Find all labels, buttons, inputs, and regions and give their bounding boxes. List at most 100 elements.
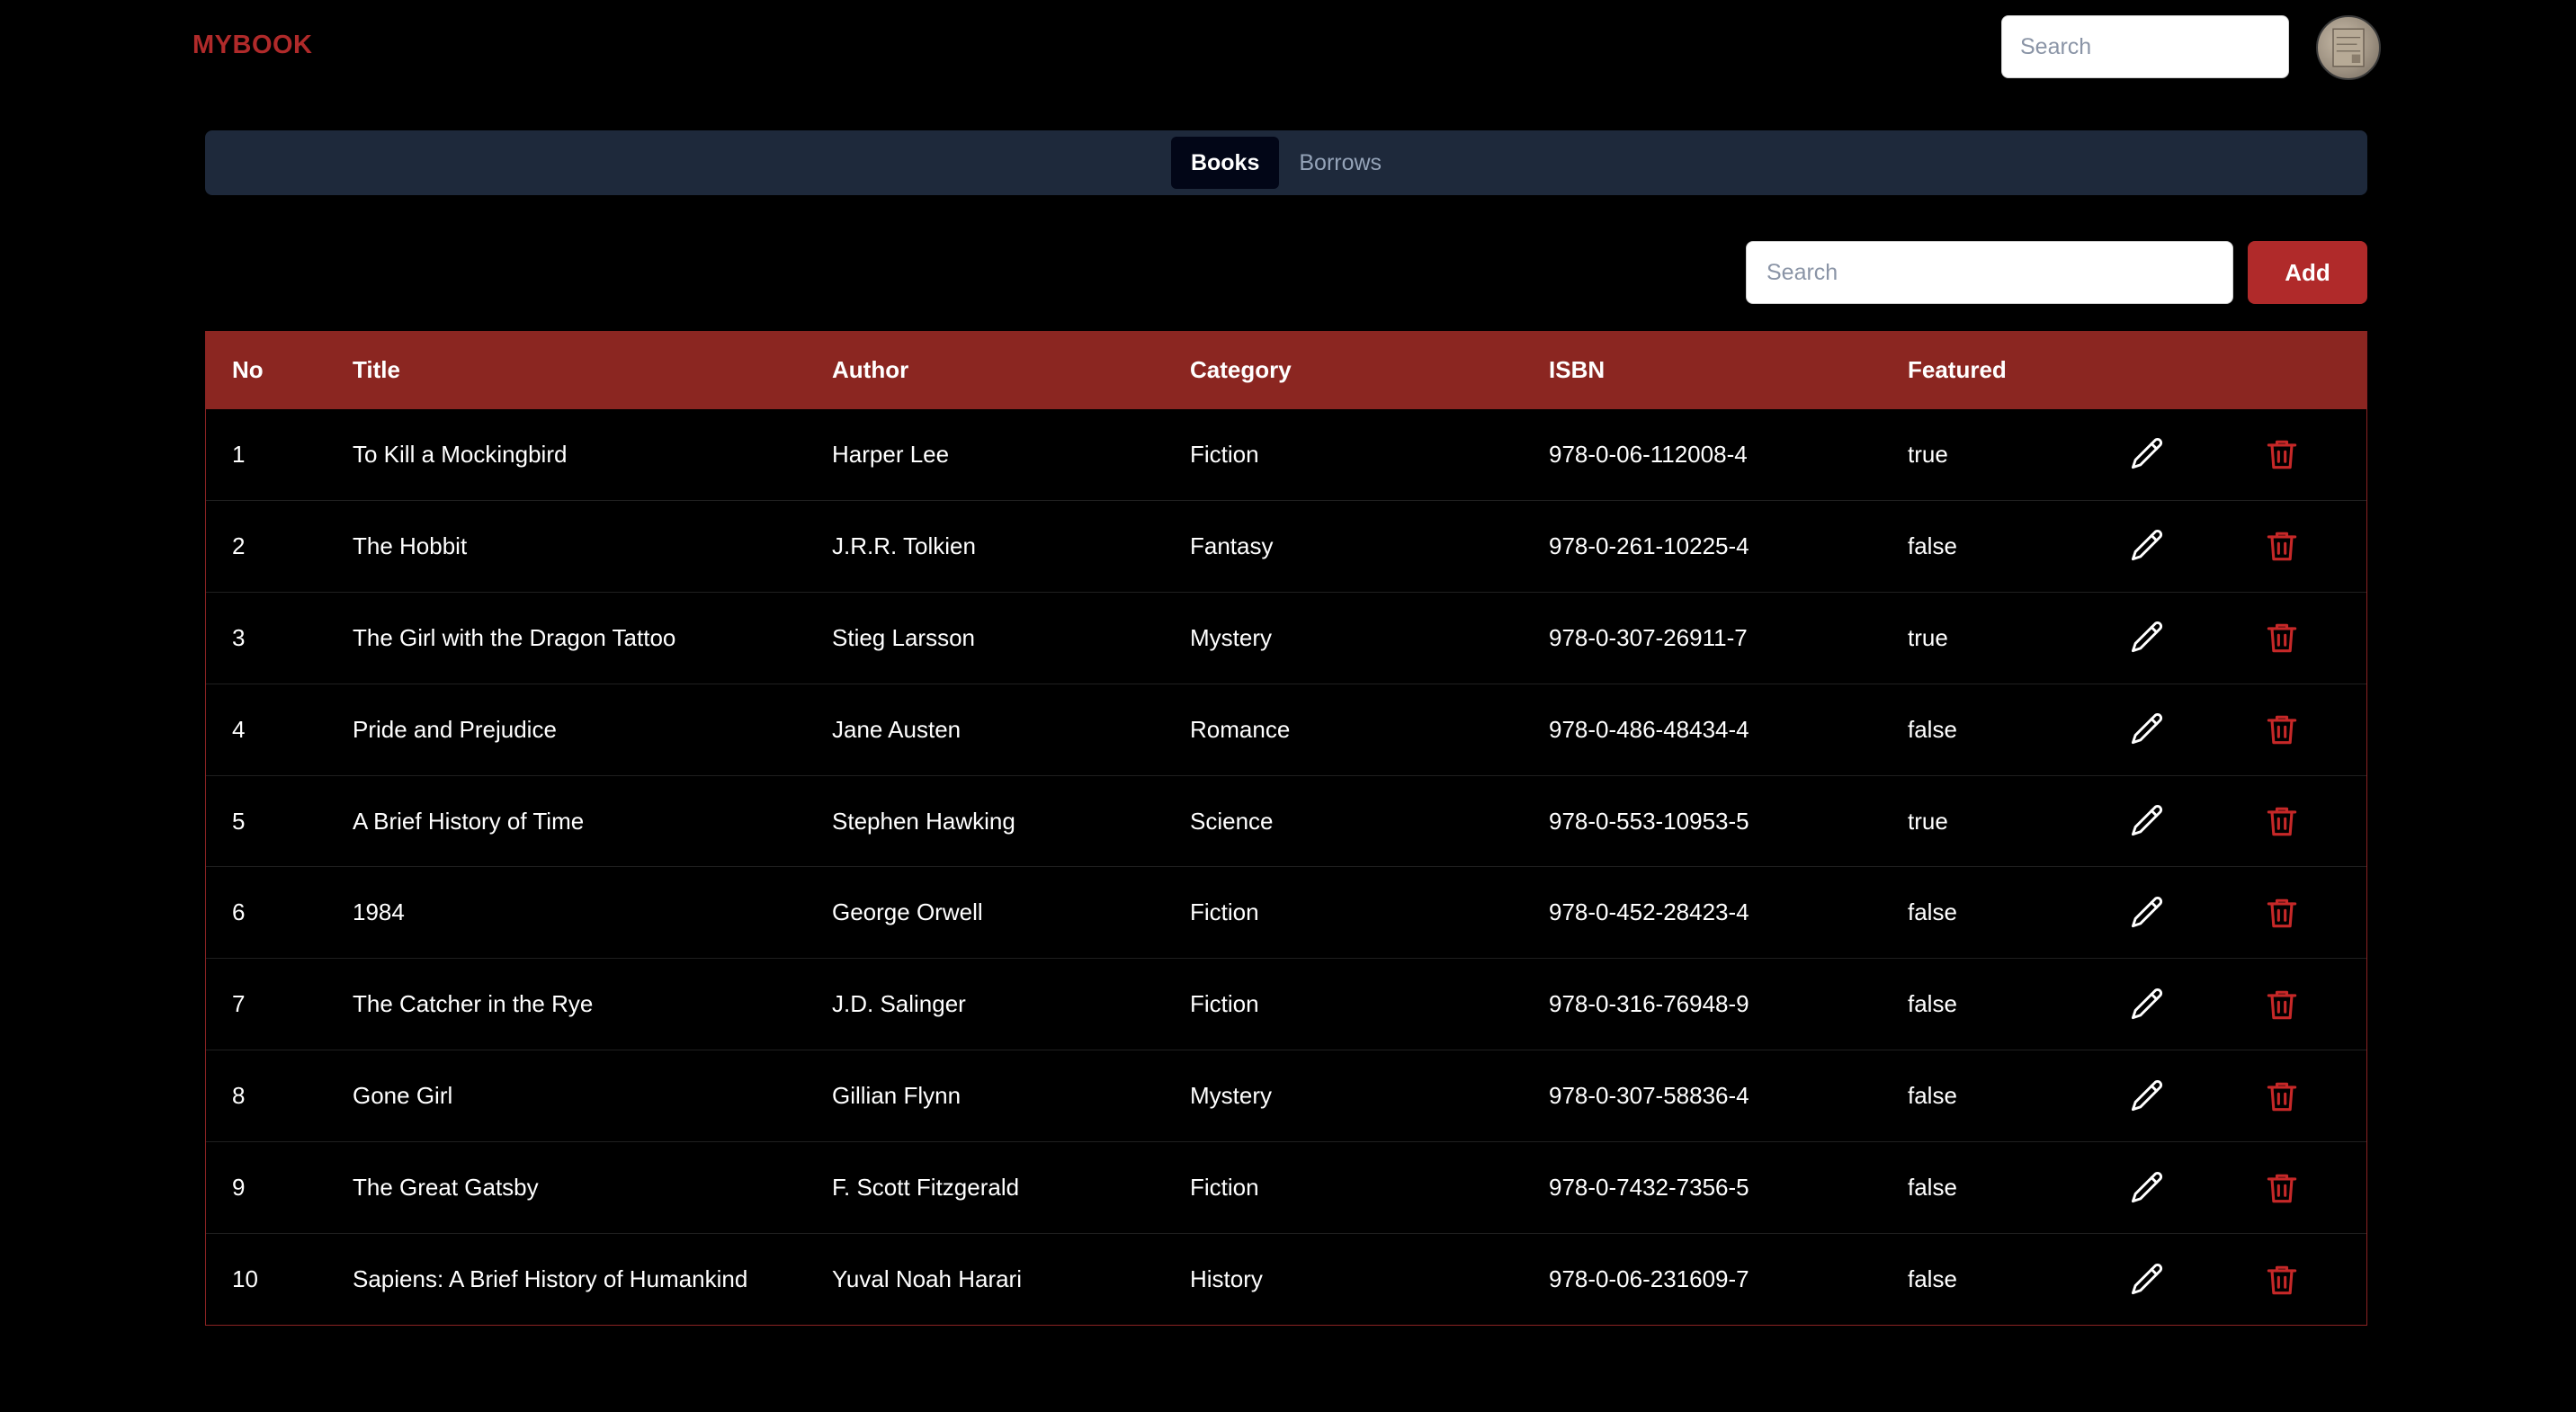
cell-category: Fiction (1190, 990, 1259, 1018)
edit-button[interactable] (2124, 1074, 2169, 1119)
cell-author: Harper Lee (832, 440, 950, 468)
edit-button[interactable] (2124, 615, 2169, 660)
tab-books[interactable]: Books (1170, 137, 1280, 189)
add-book-button[interactable]: Add (2248, 241, 2367, 304)
trash-icon (2267, 898, 2297, 928)
cell-category: Mystery (1190, 623, 1272, 651)
table-row: 6 1984 George Orwell Fiction 978-0-452-2… (206, 867, 2366, 960)
cell-author: J.R.R. Tolkien (832, 532, 976, 559)
trash-icon (2267, 623, 2297, 653)
trash-icon (2267, 532, 2297, 561)
delete-button[interactable] (2259, 1257, 2304, 1302)
table-row: 9 The Great Gatsby F. Scott Fitzgerald F… (206, 1142, 2366, 1235)
cell-isbn: 978-0-7432-7356-5 (1549, 1174, 1749, 1202)
cell-category: Fiction (1190, 1174, 1259, 1202)
cell-isbn: 978-0-06-231609-7 (1549, 1265, 1749, 1293)
table-row: 7 The Catcher in the Rye J.D. Salinger F… (206, 959, 2366, 1051)
cell-no: 5 (232, 807, 246, 835)
edit-button[interactable] (2124, 1257, 2169, 1302)
column-header-isbn: ISBN (1549, 356, 1606, 383)
trash-icon (2267, 990, 2297, 1020)
edit-button[interactable] (2124, 432, 2169, 477)
column-header-title: Title (353, 356, 400, 383)
cell-title: The Hobbit (353, 532, 468, 559)
cell-featured: false (1908, 898, 1957, 926)
book-search-input[interactable] (1746, 241, 2233, 304)
cell-no: 2 (232, 532, 246, 559)
cell-no: 4 (232, 715, 246, 743)
edit-button[interactable] (2124, 523, 2169, 568)
cell-author: Stephen Hawking (832, 807, 1015, 835)
trash-icon (2267, 715, 2297, 745)
delete-button[interactable] (2259, 799, 2304, 844)
delete-button[interactable] (2259, 1074, 2304, 1119)
cell-category: Fiction (1190, 898, 1259, 926)
cell-title: A Brief History of Time (353, 807, 585, 835)
pencil-icon (2131, 438, 2163, 469)
cell-no: 1 (232, 440, 246, 468)
column-header-featured: Featured (1908, 356, 2007, 383)
pencil-icon (2131, 530, 2163, 561)
cell-title: To Kill a Mockingbird (353, 440, 568, 468)
cell-isbn: 978-0-307-26911-7 (1549, 623, 1748, 651)
table-row: 5 A Brief History of Time Stephen Hawkin… (206, 776, 2366, 868)
cell-isbn: 978-0-486-48434-4 (1549, 715, 1749, 743)
cell-title: The Great Gatsby (353, 1174, 539, 1202)
trash-icon (2267, 441, 2297, 469)
delete-button[interactable] (2259, 982, 2304, 1027)
edit-button[interactable] (2124, 890, 2169, 935)
cell-isbn: 978-0-06-112008-4 (1549, 440, 1748, 468)
cell-title: Sapiens: A Brief History of Humankind (353, 1265, 748, 1293)
cell-category: History (1190, 1265, 1263, 1293)
cell-category: Science (1190, 807, 1274, 835)
avatar-image (2332, 28, 2365, 67)
delete-button[interactable] (2259, 432, 2304, 477)
cell-category: Fantasy (1190, 532, 1274, 559)
cell-isbn: 978-0-553-10953-5 (1549, 807, 1749, 835)
cell-featured: false (1908, 715, 1957, 743)
delete-button[interactable] (2259, 615, 2304, 660)
column-header-no: No (232, 356, 264, 383)
delete-button[interactable] (2259, 1166, 2304, 1211)
cell-isbn: 978-0-261-10225-4 (1549, 532, 1749, 559)
edit-button[interactable] (2124, 799, 2169, 844)
trash-icon (2267, 807, 2297, 836)
cell-category: Romance (1190, 715, 1291, 743)
cell-featured: false (1908, 1174, 1957, 1202)
cell-isbn: 978-0-307-58836-4 (1549, 1082, 1749, 1110)
pencil-icon (2131, 1079, 2163, 1111)
trash-icon (2267, 1265, 2297, 1295)
table-row: 2 The Hobbit J.R.R. Tolkien Fantasy 978-… (206, 501, 2366, 593)
header-search-input[interactable] (2001, 15, 2289, 78)
table-body: 1 To Kill a Mockingbird Harper Lee Ficti… (206, 409, 2366, 1326)
cell-no: 8 (232, 1082, 246, 1110)
avatar[interactable] (2316, 15, 2381, 80)
cell-featured: false (1908, 532, 1957, 559)
delete-button[interactable] (2259, 523, 2304, 568)
pencil-icon (2131, 713, 2163, 745)
trash-icon (2267, 1174, 2297, 1202)
delete-button[interactable] (2259, 707, 2304, 752)
cell-author: Stieg Larsson (832, 623, 975, 651)
cell-author: Yuval Noah Harari (832, 1265, 1022, 1293)
edit-button[interactable] (2124, 707, 2169, 752)
table-row: 3 The Girl with the Dragon Tattoo Stieg … (206, 593, 2366, 684)
cell-featured: false (1908, 990, 1957, 1018)
cell-title: 1984 (353, 898, 405, 926)
cell-title: The Girl with the Dragon Tattoo (353, 623, 676, 651)
cell-no: 7 (232, 990, 246, 1018)
table-row: 4 Pride and Prejudice Jane Austen Romanc… (206, 684, 2366, 776)
edit-button[interactable] (2124, 982, 2169, 1027)
cell-no: 10 (232, 1265, 258, 1293)
cell-featured: true (1908, 807, 1948, 835)
cell-category: Mystery (1190, 1082, 1272, 1110)
table-row: 8 Gone Girl Gillian Flynn Mystery 978-0-… (206, 1050, 2366, 1143)
trash-icon (2267, 1082, 2297, 1111)
edit-button[interactable] (2124, 1166, 2169, 1211)
tab-borrows[interactable]: Borrows (1279, 137, 1401, 189)
delete-button[interactable] (2259, 890, 2304, 935)
cell-title: Pride and Prejudice (353, 715, 557, 743)
table-header-row: No Title Author Category ISBN Featured (206, 331, 2366, 409)
cell-title: Gone Girl (353, 1082, 453, 1110)
brand-logo[interactable]: MYBOOK (192, 31, 313, 60)
